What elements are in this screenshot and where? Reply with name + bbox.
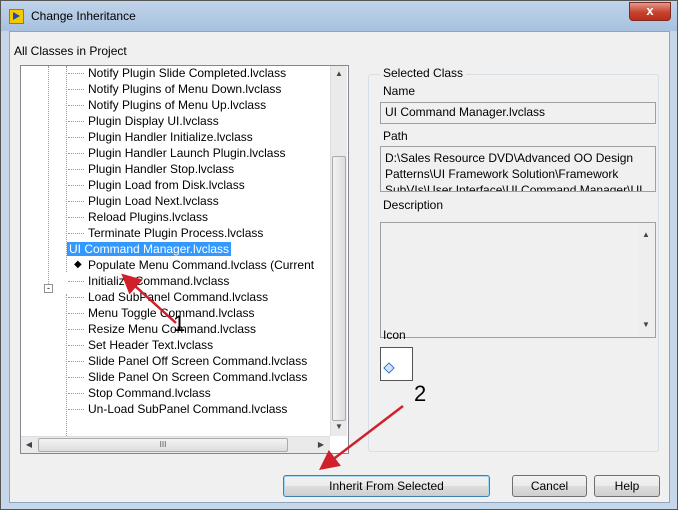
annotation-arrow-1 xyxy=(121,273,177,324)
annotation-overlay xyxy=(121,273,404,471)
change-inheritance-dialog: Change Inheritance x All Classes in Proj… xyxy=(0,0,678,510)
annotation-number-2: 2 xyxy=(414,381,427,406)
annotation-arrow-2 xyxy=(319,405,404,471)
annotation-number-1: 1 xyxy=(173,311,186,336)
